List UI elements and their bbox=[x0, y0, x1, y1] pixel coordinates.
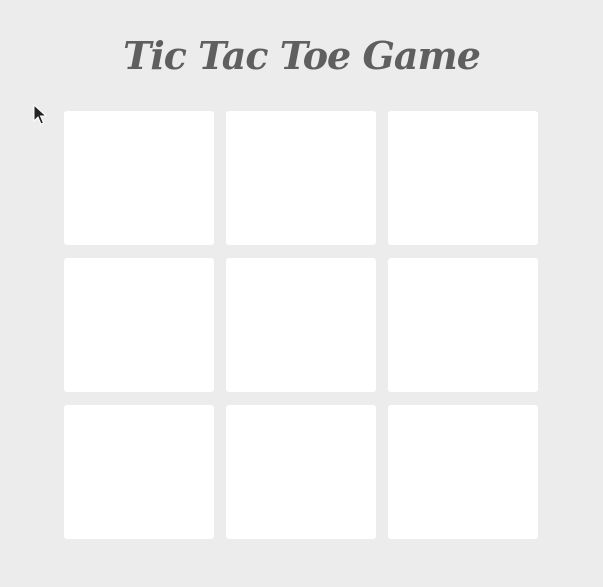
board-cell-5[interactable] bbox=[226, 258, 376, 392]
board-cell-7[interactable] bbox=[64, 405, 214, 539]
page-title: Tic Tac Toe Game bbox=[123, 33, 481, 78]
board-cell-1[interactable] bbox=[64, 111, 214, 245]
board-cell-4[interactable] bbox=[64, 258, 214, 392]
board-cell-2[interactable] bbox=[226, 111, 376, 245]
board-cell-9[interactable] bbox=[388, 405, 538, 539]
mouse-pointer-icon bbox=[33, 104, 47, 125]
board-cell-3[interactable] bbox=[388, 111, 538, 245]
board-cell-8[interactable] bbox=[226, 405, 376, 539]
game-board bbox=[64, 111, 538, 540]
board-cell-6[interactable] bbox=[388, 258, 538, 392]
game-page: Tic Tac Toe Game bbox=[0, 0, 603, 587]
